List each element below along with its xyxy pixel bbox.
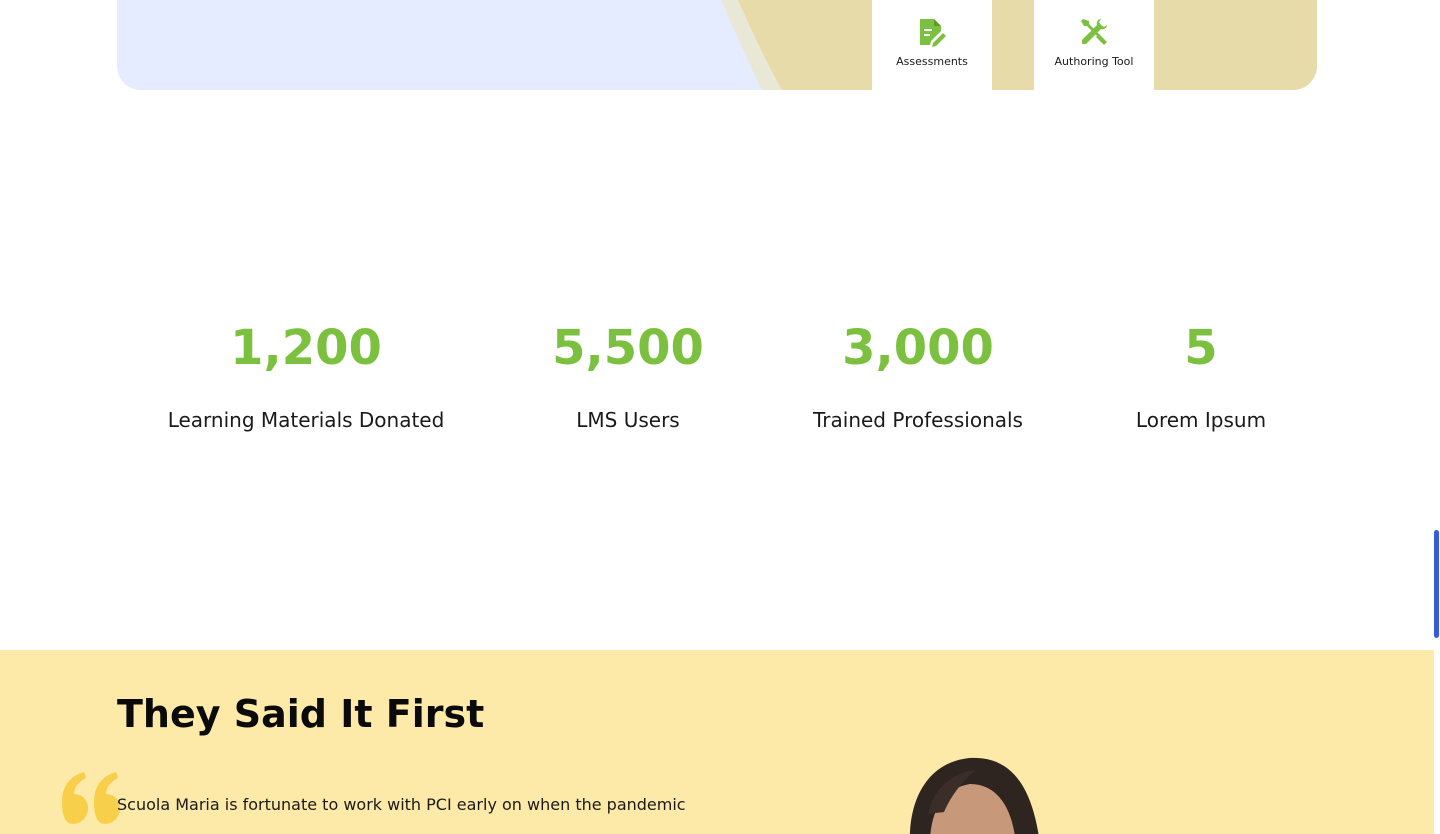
stat-trained-professionals: 3,000 Trained Professionals xyxy=(813,318,1023,432)
stat-lorem-ipsum: 5 Lorem Ipsum xyxy=(1136,318,1266,432)
edit-document-icon xyxy=(920,19,946,47)
scrollbar-thumb[interactable] xyxy=(1434,530,1439,638)
hero-banner: Assessments Authoring Tool xyxy=(117,0,1317,90)
stat-value: 1,200 xyxy=(230,320,382,376)
testimonials-section: They Said It First Scuola Maria is fortu… xyxy=(0,650,1434,834)
authoring-tool-label: Authoring Tool xyxy=(1054,55,1134,68)
assessments-label: Assessments xyxy=(896,55,968,68)
stat-lms-users: 5,500 LMS Users xyxy=(552,318,704,432)
stat-label: LMS Users xyxy=(576,408,680,432)
authoring-tool-card[interactable]: Authoring Tool xyxy=(1034,0,1154,90)
stat-learning-materials: 1,200 Learning Materials Donated xyxy=(168,318,445,432)
quote-icon xyxy=(62,772,120,824)
testimonial-quote-text: Scuola Maria is fortunate to work with P… xyxy=(117,795,686,814)
testimonial-portrait xyxy=(909,757,1039,834)
stat-label: Lorem Ipsum xyxy=(1135,408,1267,432)
assessments-card[interactable]: Assessments xyxy=(872,0,992,90)
page: Assessments Authoring Tool 1,200 Learnin… xyxy=(0,0,1440,834)
testimonials-heading: They Said It First xyxy=(117,692,485,736)
stat-value: 5 xyxy=(1184,320,1218,376)
tools-icon xyxy=(1081,19,1107,45)
stat-label: Trained Professionals xyxy=(813,408,1023,432)
stat-label: Learning Materials Donated xyxy=(167,408,445,432)
stat-value: 3,000 xyxy=(842,320,994,376)
stat-value: 5,500 xyxy=(552,320,704,376)
